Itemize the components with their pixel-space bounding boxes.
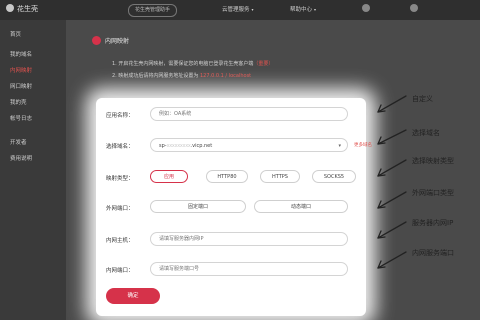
- submit-button[interactable]: 确定: [106, 288, 160, 304]
- mapping-badge-icon: [92, 36, 101, 45]
- sidebar-item-my-domains[interactable]: 我的域名: [10, 50, 32, 58]
- callout-custom: 自定义: [412, 95, 433, 103]
- callout-server-intranet-ip: 服务器内网IP: [412, 219, 454, 227]
- callout-arrows: [377, 95, 407, 269]
- sidebar-item-developer[interactable]: 开发者: [10, 138, 27, 146]
- external-port-fixed[interactable]: 固定端口: [150, 200, 246, 213]
- sidebar-item-intranet-mapping[interactable]: 内网映射: [10, 66, 32, 74]
- internal-port-input[interactable]: [150, 262, 348, 276]
- domain-select[interactable]: sp-xxxxxxxxx.vicp.net ▾: [150, 138, 348, 152]
- mapping-type-label: 映射类型：: [106, 176, 134, 182]
- page-title: 内网映射: [92, 36, 129, 45]
- instruction-note-1: 1. 开启花生壳内网映射，需要保证您的电脑已登录花生壳客户端（重要）: [112, 61, 274, 67]
- callout-arrow-4: [377, 191, 407, 209]
- callout-select-domain: 选择域名: [412, 129, 440, 137]
- instruction-note-2: 2. 映射成功后请将内网服务地址设置为 127.0.0.1 / localhos…: [112, 73, 252, 79]
- mapping-type-https[interactable]: HTTPS: [260, 170, 300, 183]
- callout-arrow-6: [377, 251, 407, 269]
- sidebar-item-account-log[interactable]: 帐号日志: [10, 114, 32, 122]
- mapping-type-socks5[interactable]: SOCKS5: [312, 170, 356, 183]
- callout-mapping-type: 选择映射类型: [412, 157, 454, 165]
- domain-label: 选择域名：: [106, 144, 134, 150]
- mapping-type-app[interactable]: 应用: [150, 170, 188, 183]
- sidebar: 首页 我的域名 内网映射 网口映射 我的壳 帐号日志 开发者 费用说明: [0, 20, 66, 320]
- app-logo[interactable]: 花生壳: [6, 4, 38, 14]
- chevron-down-icon: ▾: [338, 143, 341, 149]
- logo-icon: [6, 4, 14, 12]
- nav-cloud-services[interactable]: 云管理服务 ▾: [222, 5, 254, 13]
- callout-arrow-2: [377, 129, 407, 145]
- internal-host-input[interactable]: [150, 232, 348, 246]
- internal-port-label: 内网端口：: [106, 268, 134, 274]
- callout-arrow-5: [377, 221, 407, 239]
- external-port-dynamic[interactable]: 动态端口: [254, 200, 348, 213]
- external-port-label: 外网端口：: [106, 206, 134, 212]
- user-icon[interactable]: [410, 4, 418, 12]
- sidebar-item-port-mapping[interactable]: 网口映射: [10, 82, 32, 90]
- callout-internal-service-port: 内网服务端口: [412, 249, 454, 257]
- bell-icon[interactable]: [362, 4, 370, 12]
- logo-text: 花生壳: [17, 5, 38, 13]
- app-name-input[interactable]: [150, 107, 348, 121]
- sidebar-item-fees[interactable]: 费用说明: [10, 154, 32, 162]
- top-bar: 花生壳 花生壳管理助手 云管理服务 ▾ 帮助中心 ▾: [0, 0, 480, 20]
- sidebar-item-home[interactable]: 首页: [10, 30, 21, 38]
- sidebar-item-my-shell[interactable]: 我的壳: [10, 98, 27, 106]
- internal-host-label: 内网主机：: [106, 238, 134, 244]
- callout-external-port-type: 外网端口类型: [412, 189, 454, 197]
- callout-arrow-3: [377, 159, 407, 177]
- manager-assistant-pill[interactable]: 花生壳管理助手: [128, 4, 178, 17]
- callout-arrow-1: [377, 95, 407, 113]
- mapping-type-http80[interactable]: HTTP80: [206, 170, 248, 183]
- nav-help-center[interactable]: 帮助中心 ▾: [290, 5, 316, 13]
- app-name-label: 应用名称：: [106, 113, 134, 119]
